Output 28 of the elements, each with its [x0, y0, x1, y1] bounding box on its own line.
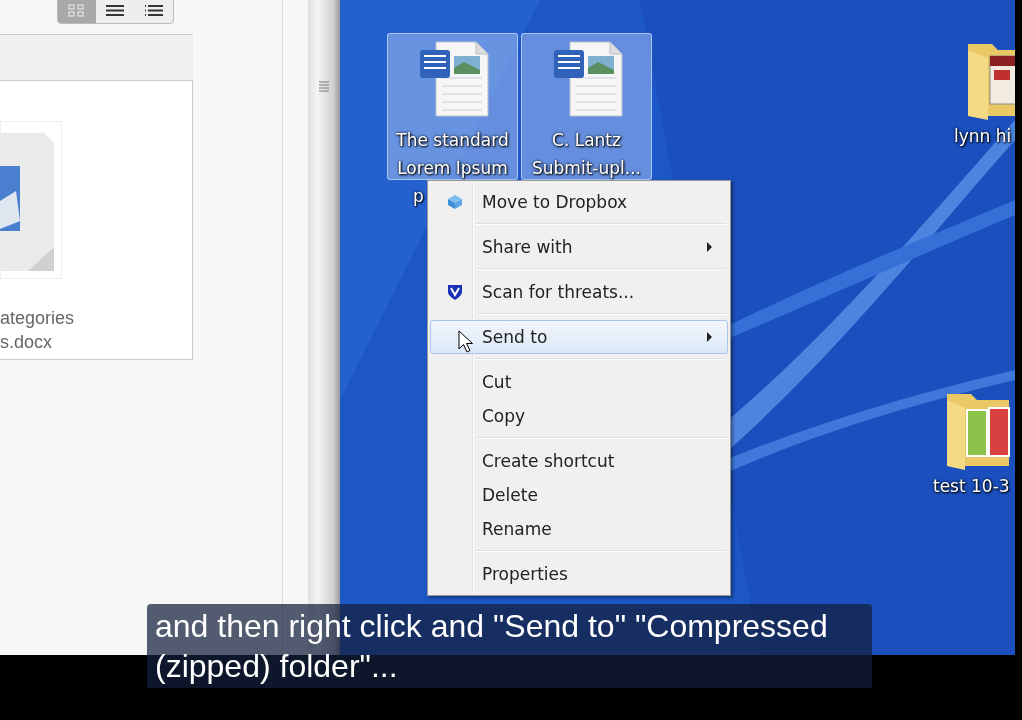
icon-label: Lorem Ipsum — [397, 157, 508, 180]
menu-item[interactable]: Delete — [430, 478, 728, 512]
menu-item[interactable]: Move to Dropbox — [430, 185, 728, 219]
file-name[interactable]: ategories s.docx — [0, 306, 192, 354]
menu-item[interactable]: Send to — [430, 320, 728, 354]
icon-label: C. Lantz — [552, 129, 621, 152]
subtitle-caption: and then right click and "Send to" "Compressed (zipped) folder"... — [147, 604, 872, 688]
menu-item[interactable]: Cut — [430, 365, 728, 399]
menu-item[interactable]: Scan for threats... — [430, 275, 728, 309]
grip-icon — [318, 80, 330, 94]
details-icon — [143, 3, 164, 18]
menu-item[interactable]: Create shortcut — [430, 444, 728, 478]
menu-item[interactable]: Rename — [430, 512, 728, 546]
desktop-icon[interactable]: test 10-3 — [885, 380, 1015, 500]
menu-item[interactable]: Properties — [430, 557, 728, 591]
menu-item[interactable]: Share with — [430, 230, 728, 264]
submenu-arrow-icon — [707, 332, 713, 342]
list-icon — [105, 3, 126, 18]
open-box-icon — [447, 194, 463, 210]
menu-item[interactable]: Copy — [430, 399, 728, 433]
submenu-arrow-icon — [707, 242, 713, 252]
icon-label: test 10-3 — [933, 475, 1010, 498]
icon-label: Submit-upl... — [532, 157, 641, 180]
icon-label: p — [413, 185, 424, 208]
mouse-pointer-icon — [458, 330, 474, 354]
icon-label: lynn hi — [954, 125, 1012, 148]
icon-label: The standard — [396, 129, 509, 152]
shield-icon — [447, 284, 463, 300]
